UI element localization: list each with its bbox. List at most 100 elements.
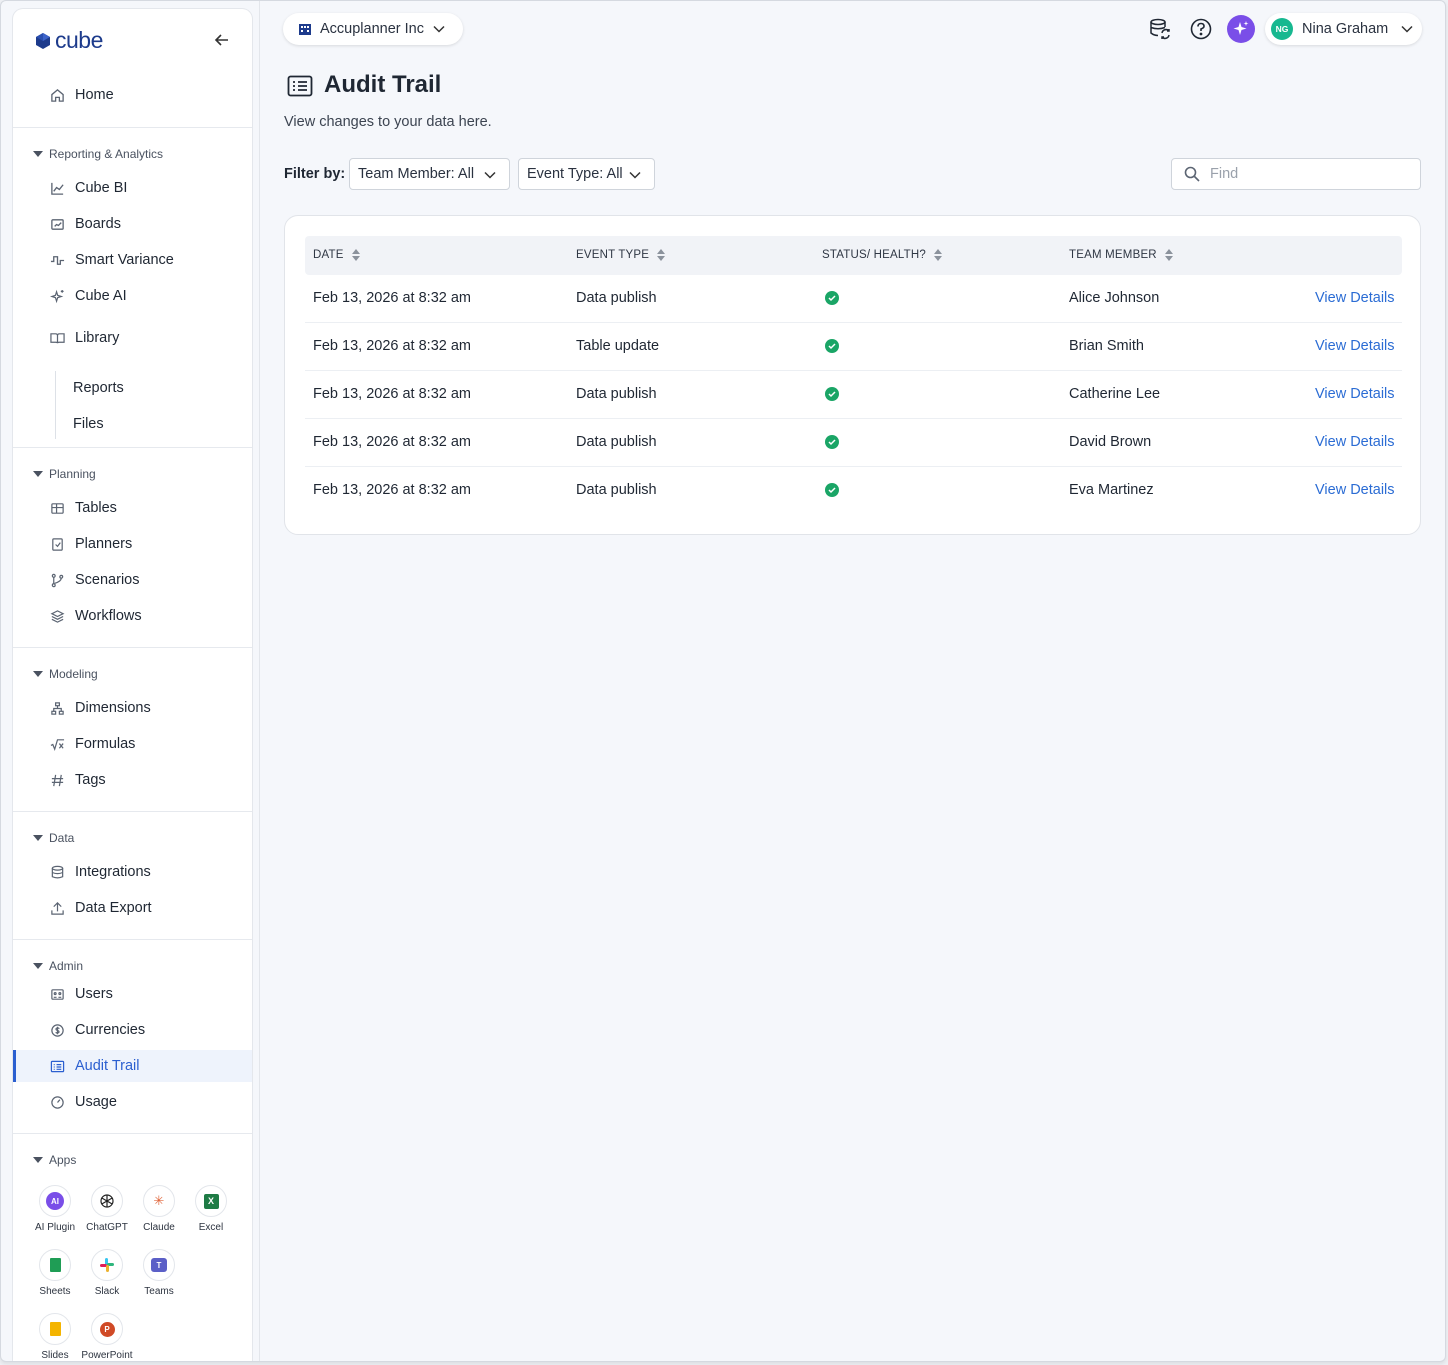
app-ai-plugin[interactable]: AI AI Plugin xyxy=(29,1185,81,1233)
cell-event-type: Data publish xyxy=(576,290,657,306)
col-team-member-header[interactable]: TEAM MEMBER xyxy=(1069,249,1173,261)
chevron-down-icon xyxy=(1401,25,1413,33)
view-details-link[interactable]: View Details xyxy=(1315,434,1395,450)
section-admin[interactable]: Admin xyxy=(33,959,83,973)
view-details-link[interactable]: View Details xyxy=(1315,338,1395,354)
col-status-header[interactable]: STATUS/ HEALTH? xyxy=(822,249,942,261)
sidebar-item-planners[interactable]: Planners xyxy=(13,528,252,560)
sidebar-item-label: Library xyxy=(75,330,120,346)
sort-icon xyxy=(933,249,942,261)
section-planning[interactable]: Planning xyxy=(33,467,96,481)
hash-icon xyxy=(49,772,65,788)
section-apps[interactable]: Apps xyxy=(33,1153,76,1167)
col-event-type-header[interactable]: EVENT TYPE xyxy=(576,249,666,261)
section-modeling[interactable]: Modeling xyxy=(33,667,98,681)
sort-icon xyxy=(657,249,666,261)
section-data[interactable]: Data xyxy=(33,831,74,845)
page-subtitle: View changes to your data here. xyxy=(284,114,492,130)
sidebar-item-library[interactable]: Library xyxy=(13,322,252,354)
sidebar-item-label: Dimensions xyxy=(75,700,151,716)
sidebar-item-reports[interactable]: Reports xyxy=(73,380,124,396)
app-sheets[interactable]: Sheets xyxy=(29,1249,81,1297)
caret-down-icon xyxy=(33,671,43,677)
sidebar-item-smart-variance[interactable]: Smart Variance xyxy=(13,244,252,276)
divider xyxy=(13,127,252,128)
event-type-filter[interactable]: Event Type: All xyxy=(518,158,655,190)
app-teams[interactable]: T Teams xyxy=(133,1249,185,1297)
check-circle-icon xyxy=(825,435,839,449)
section-reporting-analytics[interactable]: Reporting & Analytics xyxy=(33,147,163,161)
audit-table-card: DATE EVENT TYPE STATUS/ HEALTH? TEAM MEM… xyxy=(284,215,1421,535)
collapse-sidebar-button[interactable] xyxy=(211,29,233,51)
section-label: Planning xyxy=(49,467,96,481)
cube-logo[interactable]: cube xyxy=(34,27,103,54)
sidebar-item-label: Currencies xyxy=(75,1022,146,1038)
team-member-filter[interactable]: Team Member: All xyxy=(349,158,510,190)
ai-assistant-button[interactable] xyxy=(1227,15,1255,43)
sidebar-item-workflows[interactable]: Workflows xyxy=(13,600,252,632)
sidebar-item-label: Audit Trail xyxy=(75,1058,140,1074)
sidebar-item-cube-bi[interactable]: Cube BI xyxy=(13,172,252,204)
caret-down-icon xyxy=(33,1157,43,1163)
claude-icon: ✳ xyxy=(143,1185,175,1217)
sidebar-item-users[interactable]: Users xyxy=(13,978,252,1010)
section-label: Modeling xyxy=(49,667,98,681)
app-label: Sheets xyxy=(39,1286,71,1297)
cell-team-member: Catherine Lee xyxy=(1069,386,1161,402)
tree-line xyxy=(55,371,56,439)
app-chatgpt[interactable]: ChatGPT xyxy=(81,1185,133,1233)
app-slides[interactable]: Slides xyxy=(29,1313,81,1361)
sidebar-item-currencies[interactable]: Currencies xyxy=(13,1014,252,1046)
sidebar-item-data-export[interactable]: Data Export xyxy=(13,892,252,924)
sidebar-item-files[interactable]: Files xyxy=(73,416,104,432)
header-label: STATUS/ HEALTH? xyxy=(822,249,926,261)
app-powerpoint[interactable]: P PowerPoint xyxy=(81,1313,133,1361)
sidebar-item-boards[interactable]: Boards xyxy=(13,208,252,240)
sidebar-item-cube-ai[interactable]: Cube AI xyxy=(13,280,252,312)
header-label: DATE xyxy=(313,249,344,261)
sidebar-item-label: Data Export xyxy=(75,900,152,916)
user-menu[interactable]: NG Nina Graham xyxy=(1265,13,1422,45)
sidebar-item-label: Tags xyxy=(75,772,106,788)
sidebar-item-scenarios[interactable]: Scenarios xyxy=(13,564,252,596)
sidebar-item-usage[interactable]: Usage xyxy=(13,1086,252,1118)
caret-down-icon xyxy=(33,471,43,477)
cube-logo-icon xyxy=(36,32,50,49)
sidebar-item-label: Integrations xyxy=(75,864,151,880)
app-slack[interactable]: Slack xyxy=(81,1249,133,1297)
sidebar-item-formulas[interactable]: Formulas xyxy=(13,728,252,760)
layers-icon xyxy=(49,608,65,624)
app-claude[interactable]: ✳ Claude xyxy=(133,1185,185,1233)
sidebar-item-integrations[interactable]: Integrations xyxy=(13,856,252,888)
app-excel[interactable]: X Excel xyxy=(185,1185,237,1233)
check-circle-icon xyxy=(825,483,839,497)
cell-team-member: Alice Johnson xyxy=(1069,290,1160,306)
planner-icon xyxy=(49,536,65,552)
help-icon xyxy=(1190,18,1212,40)
search-box[interactable] xyxy=(1171,158,1421,190)
sidebar-item-label: Planners xyxy=(75,536,133,552)
org-selector[interactable]: Accuplanner Inc xyxy=(283,13,463,45)
view-details-link[interactable]: View Details xyxy=(1315,290,1395,306)
sidebar-item-tags[interactable]: Tags xyxy=(13,764,252,796)
check-circle-icon xyxy=(825,387,839,401)
table-icon xyxy=(49,500,65,516)
sidebar-item-audit-trail[interactable]: Audit Trail xyxy=(13,1050,252,1082)
view-details-link[interactable]: View Details xyxy=(1315,482,1395,498)
search-input[interactable] xyxy=(1210,166,1410,182)
caret-down-icon xyxy=(33,151,43,157)
home-icon xyxy=(49,87,65,103)
sidebar-item-dimensions[interactable]: Dimensions xyxy=(13,692,252,724)
sidebar-item-tables[interactable]: Tables xyxy=(13,492,252,524)
view-details-link[interactable]: View Details xyxy=(1315,386,1395,402)
data-sync-button[interactable] xyxy=(1148,17,1172,41)
sidebar-item-home[interactable]: Home xyxy=(13,79,252,111)
sidebar-item-label: Cube AI xyxy=(75,288,127,304)
variance-icon xyxy=(49,252,65,268)
ai-plugin-icon: AI xyxy=(39,1185,71,1217)
col-date-header[interactable]: DATE xyxy=(313,249,360,261)
help-button[interactable] xyxy=(1189,17,1213,41)
building-icon xyxy=(299,24,311,35)
app-label: Claude xyxy=(143,1222,175,1233)
database-sync-icon xyxy=(1150,18,1170,40)
